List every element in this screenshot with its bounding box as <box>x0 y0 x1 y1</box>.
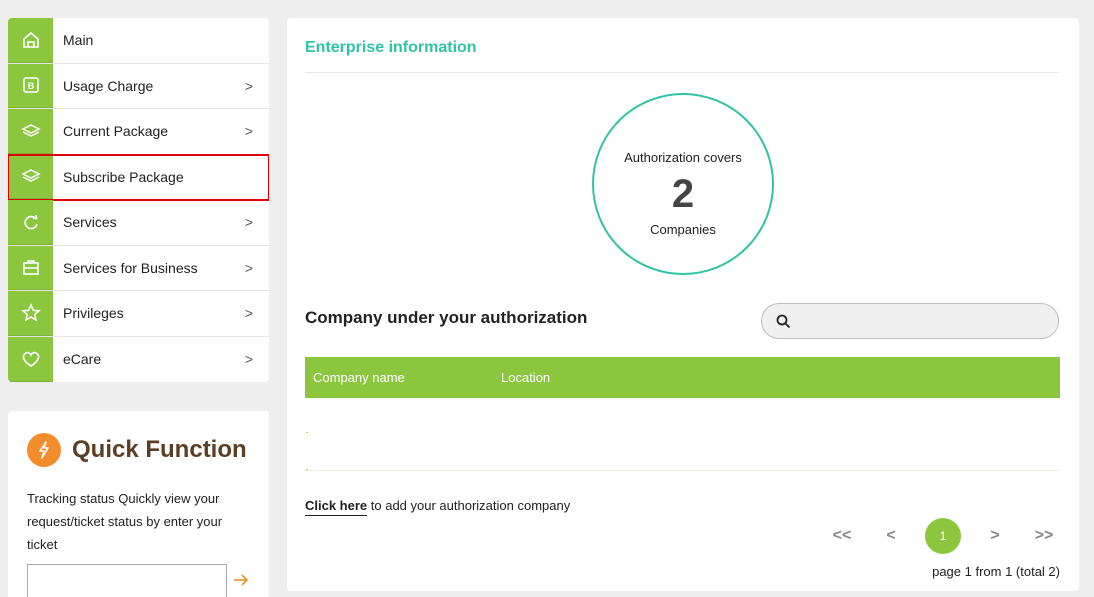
next-page-button[interactable]: > <box>980 527 1010 545</box>
authorization-unit: Companies <box>650 222 716 237</box>
column-header-location: Location <box>501 370 551 385</box>
quick-function-header: Quick Function <box>27 433 247 467</box>
sidebar-item-label: Usage Charge <box>63 77 154 94</box>
sidebar-menu: Main B Usage Charge > Current Package > … <box>8 18 269 382</box>
quick-function-description: Tracking status Quickly view your reques… <box>27 491 223 552</box>
briefcase-icon <box>8 245 53 290</box>
authorization-circle: Authorization covers 2 Companies <box>592 93 774 275</box>
sidebar-item-subscribe-package[interactable]: Subscribe Package <box>8 153 269 201</box>
sidebar-item-usage-charge[interactable]: B Usage Charge > <box>8 63 269 109</box>
sidebar-item-services[interactable]: Services > <box>8 200 269 246</box>
current-page-button[interactable]: 1 <box>925 518 961 554</box>
svg-text:B: B <box>27 81 34 91</box>
page-info: page 1 from 1 (total 2) <box>932 564 1060 579</box>
enterprise-panel: Enterprise information Authorization cov… <box>287 18 1079 591</box>
layers-icon <box>8 109 53 154</box>
page-title: Enterprise information <box>305 39 477 56</box>
layers-icon <box>8 154 53 199</box>
chevron-right-icon: > <box>244 305 254 322</box>
chevron-right-icon: > <box>244 214 254 231</box>
section-title: Company under your authorization <box>305 308 588 327</box>
prev-page-button[interactable]: < <box>876 527 906 545</box>
sidebar-item-label: eCare <box>63 351 102 368</box>
table-row-divider <box>305 470 1060 471</box>
last-page-button[interactable]: >> <box>1029 527 1059 545</box>
lightning-icon <box>27 433 61 467</box>
sidebar-item-label: Services for Business <box>63 259 198 276</box>
search-icon <box>776 314 791 329</box>
first-page-button[interactable]: << <box>827 527 857 545</box>
sidebar-item-ecare[interactable]: eCare > <box>8 336 269 382</box>
refresh-icon <box>8 200 53 245</box>
sidebar-item-label: Current Package <box>63 123 169 140</box>
pagination: << < 1 > >> <box>827 517 1059 555</box>
sidebar-item-privileges[interactable]: Privileges > <box>8 291 269 337</box>
chevron-right-icon: > <box>244 77 254 94</box>
authorization-count: 2 <box>671 172 695 216</box>
heart-icon <box>8 336 53 382</box>
add-company-line: Click here to add your authorization com… <box>305 498 571 516</box>
sidebar-item-current-package[interactable]: Current Package > <box>8 109 269 155</box>
star-icon <box>8 291 53 336</box>
empty-row-marker <box>306 432 308 433</box>
search-input[interactable] <box>761 303 1059 339</box>
sidebar-item-label: Services <box>63 214 117 231</box>
quick-function-title: Quick Function <box>72 436 247 463</box>
sidebar-item-services-for-business[interactable]: Services for Business > <box>8 245 269 291</box>
quick-function-card: Quick Function Tracking status Quickly v… <box>8 411 269 597</box>
chevron-right-icon: > <box>244 351 254 368</box>
add-company-text: to add your authorization company <box>367 498 571 513</box>
column-header-company-name: Company name <box>313 370 405 385</box>
sidebar-item-main[interactable]: Main <box>8 18 269 64</box>
sidebar-item-label: Privileges <box>63 305 124 322</box>
add-company-link[interactable]: Click here <box>305 498 368 516</box>
table-header: Company name Location <box>305 357 1060 398</box>
ticket-input[interactable] <box>27 564 227 597</box>
divider <box>305 72 1059 73</box>
bill-icon: B <box>8 63 53 108</box>
sidebar-item-label: Main <box>63 32 94 49</box>
chevron-right-icon: > <box>244 259 254 276</box>
arrow-right-icon[interactable] <box>232 571 250 589</box>
chevron-right-icon: > <box>244 123 254 140</box>
sidebar-item-label: Subscribe Package <box>63 168 184 185</box>
home-icon <box>8 18 53 63</box>
authorization-label: Authorization covers <box>624 150 742 165</box>
